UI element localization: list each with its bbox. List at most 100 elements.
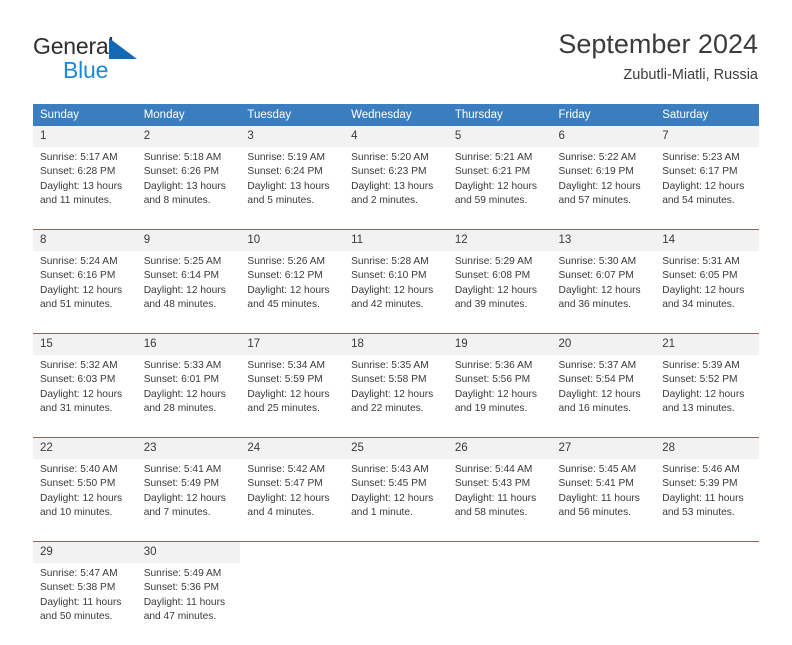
sunrise-text: Sunrise: 5:25 AM	[143, 256, 222, 267]
day-cell: Sunrise: 5:45 AM Sunset: 5:41 PM Dayligh…	[551, 459, 656, 542]
calendar-body: 1 2 3 4 5 6 7 Sunrise: 5:17 AM Sunset: 6…	[33, 126, 759, 645]
day-cell-empty	[344, 563, 448, 645]
sunrise-text: Sunrise: 5:47 AM	[40, 568, 118, 579]
weekday-header-thursday: Thursday	[447, 104, 552, 126]
daylight-text-line2: and 54 minutes.	[662, 195, 735, 207]
sunrise-text: Sunrise: 5:49 AM	[143, 568, 222, 579]
day-number-empty	[551, 541, 656, 563]
daylight-text-line1: Daylight: 12 hours	[143, 492, 226, 504]
day-number[interactable]: 23	[136, 437, 241, 459]
day-number[interactable]: 12	[447, 229, 552, 251]
sunrise-text: Sunrise: 5:46 AM	[662, 464, 740, 475]
sunset-text: Sunset: 5:56 PM	[454, 374, 531, 386]
sunrise-text: Sunrise: 5:17 AM	[40, 152, 118, 163]
day-number[interactable]: 17	[240, 333, 345, 355]
sunset-text: Sunset: 6:17 PM	[662, 166, 738, 178]
daylight-text-line1: Daylight: 13 hours	[143, 180, 226, 192]
sunrise-text: Sunrise: 5:18 AM	[143, 152, 222, 163]
general-blue-logo: General Blue	[33, 33, 233, 85]
day-cell: Sunrise: 5:40 AM Sunset: 5:50 PM Dayligh…	[33, 459, 137, 542]
daylight-text-line2: and 5 minutes.	[247, 195, 315, 207]
daylight-text-line2: and 2 minutes.	[351, 195, 418, 207]
sunset-text: Sunset: 5:50 PM	[40, 478, 116, 490]
sunrise-text: Sunrise: 5:44 AM	[454, 464, 533, 475]
day-cell: Sunrise: 5:22 AM Sunset: 6:19 PM Dayligh…	[551, 147, 656, 230]
day-cell-empty	[447, 563, 552, 645]
week-2-info-row: Sunrise: 5:24 AM Sunset: 6:16 PM Dayligh…	[33, 251, 759, 334]
day-number[interactable]: 10	[240, 229, 345, 251]
day-cell: Sunrise: 5:37 AM Sunset: 5:54 PM Dayligh…	[551, 355, 656, 438]
day-number[interactable]: 30	[136, 541, 241, 563]
sunset-text: Sunset: 6:05 PM	[662, 270, 738, 282]
day-number[interactable]: 25	[344, 437, 448, 459]
daylight-text-line1: Daylight: 11 hours	[454, 492, 537, 504]
daylight-text-line2: and 48 minutes.	[143, 299, 217, 311]
daylight-text-line2: and 11 minutes.	[40, 195, 112, 207]
day-number[interactable]: 14	[655, 229, 759, 251]
day-number[interactable]: 11	[344, 229, 448, 251]
daylight-text-line1: Daylight: 12 hours	[454, 284, 537, 296]
day-cell: Sunrise: 5:43 AM Sunset: 5:45 PM Dayligh…	[344, 459, 448, 542]
day-cell: Sunrise: 5:46 AM Sunset: 5:39 PM Dayligh…	[655, 459, 759, 542]
week-1-info-row: Sunrise: 5:17 AM Sunset: 6:28 PM Dayligh…	[33, 147, 759, 230]
daylight-text-line2: and 8 minutes.	[143, 195, 211, 207]
day-number[interactable]: 5	[447, 126, 552, 147]
page-title: September 2024	[558, 29, 758, 59]
daylight-text-line2: and 36 minutes.	[558, 299, 632, 311]
day-number[interactable]: 4	[344, 126, 448, 147]
week-2-daynum-row: 8 9 10 11 12 13 14	[33, 229, 759, 251]
day-number[interactable]: 3	[240, 126, 345, 147]
day-cell: Sunrise: 5:44 AM Sunset: 5:43 PM Dayligh…	[447, 459, 552, 542]
day-cell: Sunrise: 5:24 AM Sunset: 6:16 PM Dayligh…	[33, 251, 137, 334]
weekday-header-monday: Monday	[136, 104, 241, 126]
day-number[interactable]: 15	[33, 333, 137, 355]
day-number[interactable]: 1	[33, 126, 137, 147]
day-number[interactable]: 27	[551, 437, 656, 459]
day-cell: Sunrise: 5:30 AM Sunset: 6:07 PM Dayligh…	[551, 251, 656, 334]
daylight-text-line1: Daylight: 12 hours	[351, 492, 434, 504]
daylight-text-line2: and 34 minutes.	[662, 299, 735, 311]
daylight-text-line2: and 50 minutes.	[40, 611, 113, 623]
day-cell: Sunrise: 5:19 AM Sunset: 6:24 PM Dayligh…	[240, 147, 345, 230]
day-number[interactable]: 8	[33, 229, 137, 251]
day-number[interactable]: 19	[447, 333, 552, 355]
daylight-text-line2: and 1 minute.	[351, 507, 413, 519]
daylight-text-line1: Daylight: 12 hours	[454, 180, 537, 192]
daylight-text-line1: Daylight: 12 hours	[558, 180, 641, 192]
day-number[interactable]: 9	[136, 229, 241, 251]
sunset-text: Sunset: 6:26 PM	[143, 166, 220, 178]
day-number[interactable]: 2	[136, 126, 241, 147]
day-number[interactable]: 28	[655, 437, 759, 459]
daylight-text-line1: Daylight: 12 hours	[351, 388, 434, 400]
day-number-empty	[344, 541, 448, 563]
day-cell: Sunrise: 5:32 AM Sunset: 6:03 PM Dayligh…	[33, 355, 137, 438]
daylight-text-line1: Daylight: 12 hours	[558, 388, 641, 400]
calendar-grid: Sunday Monday Tuesday Wednesday Thursday…	[33, 104, 759, 645]
sunset-text: Sunset: 5:59 PM	[247, 374, 323, 386]
day-number[interactable]: 22	[33, 437, 137, 459]
day-number[interactable]: 7	[655, 126, 759, 147]
day-number[interactable]: 18	[344, 333, 448, 355]
day-number[interactable]: 29	[33, 541, 137, 563]
day-number[interactable]: 6	[551, 126, 656, 147]
sunrise-text: Sunrise: 5:29 AM	[454, 256, 533, 267]
daylight-text-line2: and 59 minutes.	[454, 195, 528, 207]
day-cell: Sunrise: 5:36 AM Sunset: 5:56 PM Dayligh…	[447, 355, 552, 438]
day-number[interactable]: 24	[240, 437, 345, 459]
day-cell-empty	[655, 563, 759, 645]
day-number[interactable]: 13	[551, 229, 656, 251]
day-number[interactable]: 20	[551, 333, 656, 355]
sunrise-text: Sunrise: 5:24 AM	[40, 256, 118, 267]
sunset-text: Sunset: 5:36 PM	[143, 582, 220, 594]
day-number[interactable]: 26	[447, 437, 552, 459]
sunrise-text: Sunrise: 5:19 AM	[247, 152, 325, 163]
day-cell: Sunrise: 5:29 AM Sunset: 6:08 PM Dayligh…	[447, 251, 552, 334]
logo-text-general: General	[33, 33, 114, 59]
day-number[interactable]: 16	[136, 333, 241, 355]
day-number[interactable]: 21	[655, 333, 759, 355]
day-cell: Sunrise: 5:42 AM Sunset: 5:47 PM Dayligh…	[240, 459, 345, 542]
week-3-daynum-row: 15 16 17 18 19 20 21	[33, 333, 759, 355]
daylight-text-line2: and 10 minutes.	[40, 507, 113, 519]
sunset-text: Sunset: 5:47 PM	[247, 478, 323, 490]
daylight-text-line1: Daylight: 12 hours	[351, 284, 434, 296]
